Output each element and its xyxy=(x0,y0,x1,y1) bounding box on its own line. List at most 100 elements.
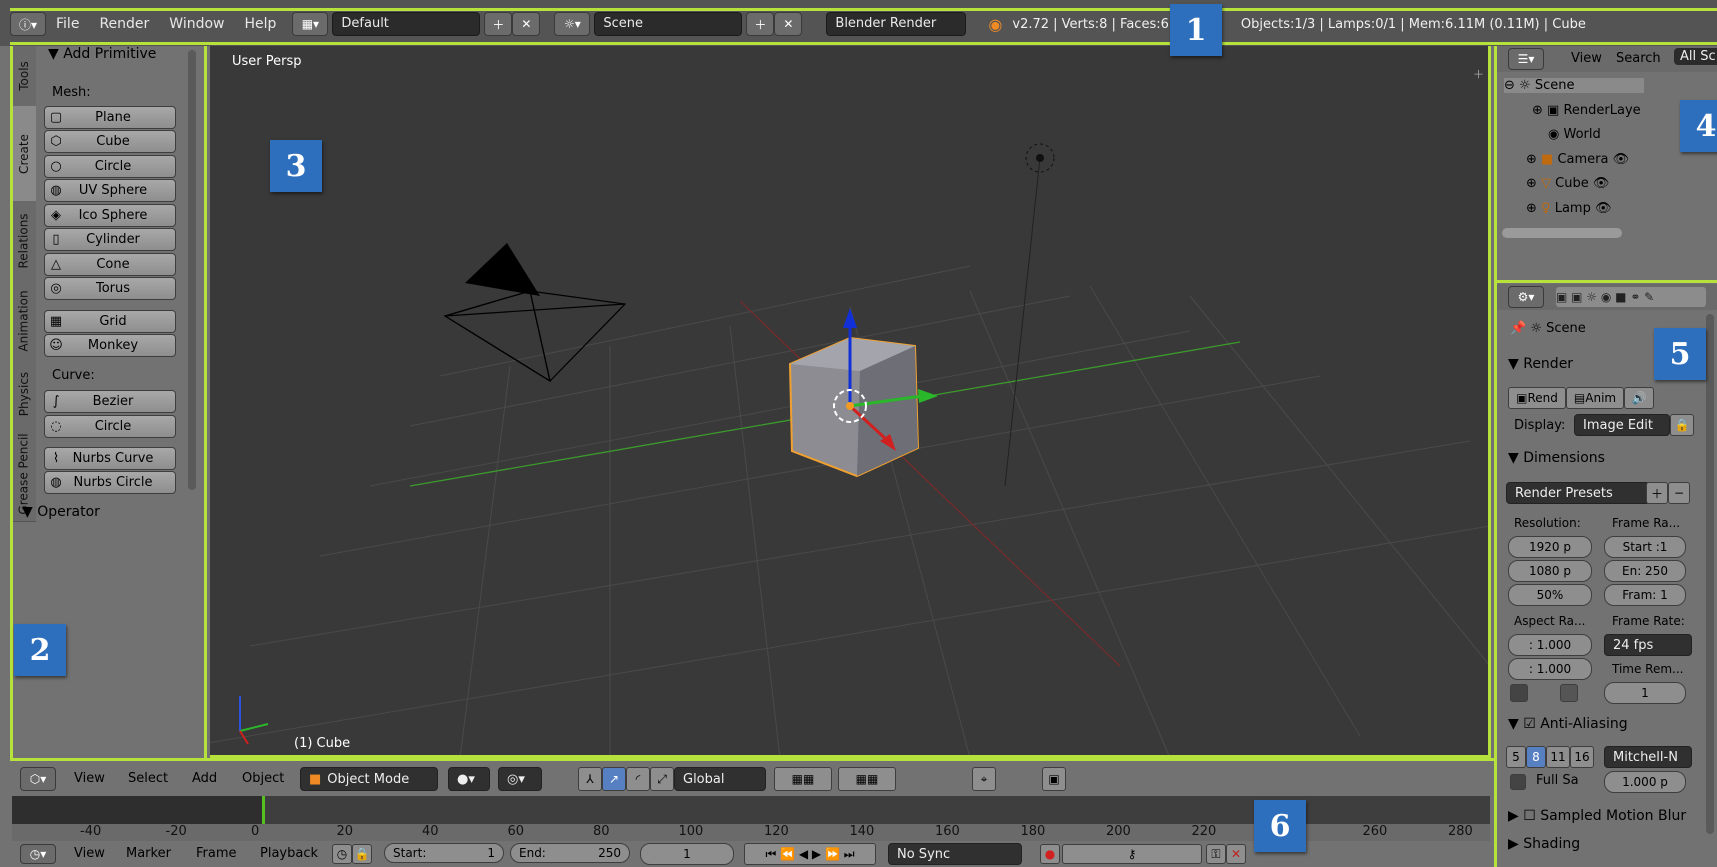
render-image-button[interactable]: ▣ Rend xyxy=(1508,387,1566,409)
menu-render[interactable]: Render xyxy=(89,10,159,38)
tool-shelf-scrollbar[interactable] xyxy=(188,50,196,490)
outliner-item-scene[interactable]: ⊖ ☼ Scene xyxy=(1504,78,1644,93)
aa-samples-5[interactable]: 5 xyxy=(1506,746,1526,768)
render-presets-select[interactable]: Render Presets xyxy=(1506,482,1650,504)
add-preset-icon[interactable]: ＋ xyxy=(1646,482,1668,504)
add-primitive-header[interactable]: ▼ Add Primitive xyxy=(48,46,156,62)
render-audio-button[interactable]: 🔊 xyxy=(1624,387,1654,409)
outliner-menu-view[interactable]: View xyxy=(1571,51,1602,66)
manipulator-toggle[interactable]: ⅄ xyxy=(578,767,602,791)
outliner-item-cube[interactable]: ⊕ ▽ Cube 👁 xyxy=(1526,176,1609,191)
3d-menu-object[interactable]: Object xyxy=(242,771,284,786)
operator-panel-header[interactable]: ▼ Operator xyxy=(22,504,192,520)
render-panel-header[interactable]: ▼ Render xyxy=(1508,356,1573,372)
pin-icon[interactable]: 📌 xyxy=(1510,321,1526,336)
dimensions-panel-header[interactable]: ▼ Dimensions xyxy=(1508,450,1605,466)
delete-keyframe-icon[interactable]: ✕ xyxy=(1226,844,1246,864)
render-engine-select[interactable]: Blender Render xyxy=(826,12,967,36)
tab-animation[interactable]: Animation xyxy=(12,281,36,362)
3d-menu-select[interactable]: Select xyxy=(128,771,168,786)
add-circle-button[interactable]: ○ Circle xyxy=(44,155,176,178)
menu-window[interactable]: Window xyxy=(159,10,234,38)
anti-aliasing-panel-header[interactable]: ▼ ☑ Anti-Aliasing xyxy=(1508,716,1628,732)
viewport-corner-plus-icon[interactable]: ＋ xyxy=(1473,66,1484,82)
menu-file[interactable]: File xyxy=(46,10,89,38)
layers-grid[interactable]: ▦▦ xyxy=(774,767,832,791)
scene-field[interactable]: Scene xyxy=(594,12,743,36)
frame-start-field[interactable]: Start :1 xyxy=(1604,536,1686,558)
add-curve-circle-button[interactable]: ◌ Circle xyxy=(44,415,176,438)
cube-object[interactable] xyxy=(788,336,920,478)
outliner-item-camera[interactable]: ⊕ ■ Camera 👁 xyxy=(1526,152,1629,167)
end-frame-field[interactable]: End: 250 xyxy=(510,843,630,863)
3d-menu-view[interactable]: View xyxy=(74,771,105,786)
add-cube-button[interactable]: ⬡ Cube xyxy=(44,130,176,153)
pivot-point-select[interactable]: ◎▾ xyxy=(498,767,542,791)
keying-set-field[interactable]: ⚷ xyxy=(1062,844,1202,864)
menu-help[interactable]: Help xyxy=(234,10,286,38)
info-editor-icon[interactable]: ⓘ▾ xyxy=(10,12,46,36)
add-grid-button[interactable]: ▦ Grid xyxy=(44,310,176,333)
resolution-percent-field[interactable]: 50% xyxy=(1508,584,1592,606)
scene-icon[interactable]: ☼▾ xyxy=(554,12,591,36)
timeline-menu-marker[interactable]: Marker xyxy=(126,846,171,861)
add-uv-sphere-button[interactable]: ◍ UV Sphere xyxy=(44,179,176,202)
shading-panel-header[interactable]: ▶ Shading xyxy=(1508,836,1580,852)
sync-mode-select[interactable]: No Sync xyxy=(888,843,1022,865)
visibility-eye-icon[interactable]: 👁 xyxy=(1595,201,1612,216)
camera-object[interactable] xyxy=(443,290,627,383)
outliner-scrollbar[interactable] xyxy=(1502,228,1622,238)
visibility-eye-icon[interactable]: 👁 xyxy=(1593,176,1610,191)
add-nurbs-circle-button[interactable]: ◍ Nurbs Circle xyxy=(44,471,176,494)
timeline-menu-view[interactable]: View xyxy=(74,846,105,861)
aspect-x-field[interactable]: : 1.000 xyxy=(1508,634,1592,656)
3d-menu-add[interactable]: Add xyxy=(192,771,217,786)
border-checkbox[interactable] xyxy=(1510,684,1528,702)
3d-view-editor-icon[interactable]: ⬡▾ xyxy=(20,767,56,791)
screen-layout-field[interactable]: Default xyxy=(332,12,481,36)
frame-end-field[interactable]: En: 250 xyxy=(1604,560,1686,582)
preview-range-icon[interactable]: ◷ xyxy=(332,844,352,864)
frame-rate-select[interactable]: 24 fps xyxy=(1604,634,1692,656)
outliner-item-renderlayers[interactable]: ⊕ ▣ RenderLaye xyxy=(1532,103,1641,118)
outliner-item-lamp[interactable]: ⊕ ♀ Lamp 👁 xyxy=(1526,201,1611,216)
current-frame-line[interactable] xyxy=(262,796,265,824)
tab-relations[interactable]: Relations xyxy=(12,201,36,282)
tab-create[interactable]: Create xyxy=(12,106,36,202)
3d-viewport[interactable]: User Persp (1) Cube ＋ xyxy=(210,46,1490,758)
outliner-filter[interactable]: All Sc xyxy=(1674,48,1717,65)
render-animation-button[interactable]: ▤ Anim xyxy=(1566,387,1624,409)
rotate-manipulator[interactable]: ◜ xyxy=(626,767,650,791)
add-cylinder-button[interactable]: ▯ Cylinder xyxy=(44,228,176,251)
visibility-eye-icon[interactable]: 👁 xyxy=(1613,152,1630,167)
remove-scene-icon[interactable]: ✕ xyxy=(774,12,803,36)
screen-layout-icon[interactable]: ▦▾ xyxy=(292,12,329,36)
properties-editor-icon[interactable]: ⚙▾ xyxy=(1508,286,1544,308)
full-sample-checkbox[interactable] xyxy=(1510,774,1526,790)
interaction-mode-select[interactable]: ■ Object Mode xyxy=(300,767,438,791)
outliner-editor-icon[interactable]: ☰▾ xyxy=(1508,48,1544,70)
add-layout-icon[interactable]: ＋ xyxy=(484,12,513,36)
timeline-menu-playback[interactable]: Playback xyxy=(260,846,318,861)
tab-tools[interactable]: Tools xyxy=(12,46,36,107)
aa-samples-16[interactable]: 16 xyxy=(1570,746,1594,768)
frame-step-field[interactable]: Fram: 1 xyxy=(1604,584,1686,606)
add-plane-button[interactable]: ▢ Plane xyxy=(44,106,176,129)
add-bezier-button[interactable]: ∫ Bezier xyxy=(44,390,176,413)
insert-keyframe-icon[interactable]: ⚿ xyxy=(1206,844,1226,864)
viewport-shading-select[interactable]: ●▾ xyxy=(448,767,490,791)
timeline-menu-frame[interactable]: Frame xyxy=(196,846,237,861)
snap-toggle[interactable]: ⌖ xyxy=(972,767,996,791)
aa-filter-select[interactable]: Mitchell-N xyxy=(1604,746,1692,768)
add-nurbs-curve-button[interactable]: ⌇ Nurbs Curve xyxy=(44,447,176,470)
scale-manipulator[interactable]: ⤢ xyxy=(650,767,674,791)
add-torus-button[interactable]: ◎ Torus xyxy=(44,277,176,300)
render-button-icon[interactable]: ▣ xyxy=(1042,767,1066,791)
aspect-y-field[interactable]: : 1.000 xyxy=(1508,658,1592,680)
translate-manipulator[interactable]: ↗ xyxy=(602,767,626,791)
lock-range-icon[interactable]: 🔒 xyxy=(352,844,372,864)
remove-layout-icon[interactable]: ✕ xyxy=(512,12,541,36)
motion-blur-panel-header[interactable]: ▶ ☐ Sampled Motion Blur xyxy=(1508,808,1686,824)
record-button[interactable]: ● xyxy=(1040,844,1060,864)
start-frame-field[interactable]: Start: 1 xyxy=(384,843,504,863)
